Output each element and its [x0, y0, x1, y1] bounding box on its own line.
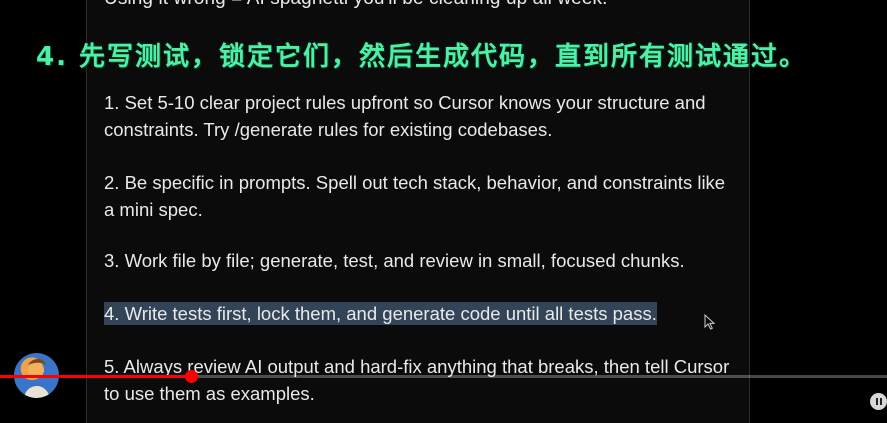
pause-bar-left — [876, 398, 878, 405]
post-partial-line: Using it wrong = AI spaghetti you'll be … — [104, 0, 608, 10]
video-subtitle: 4. 先写测试，锁定它们，然后生成代码，直到所有测试通过。 — [36, 42, 808, 72]
tip-3: 3. Work file by file; generate, test, an… — [104, 250, 685, 271]
pause-icon[interactable] — [870, 393, 887, 410]
video-frame: Using it wrong = AI spaghetti you'll be … — [0, 0, 887, 423]
mouse-cursor-icon — [704, 314, 716, 330]
tip-1: 1. Set 5-10 clear project rules upfront … — [104, 92, 706, 140]
video-progress-bar[interactable] — [0, 370, 887, 383]
tip-2: 2. Be specific in prompts. Spell out tec… — [104, 172, 726, 220]
pause-bar-right — [880, 398, 882, 405]
tip-4-highlighted: 4. Write tests first, lock them, and gen… — [104, 300, 734, 327]
text-selection-highlight: 4. Write tests first, lock them, and gen… — [104, 302, 657, 325]
progress-played — [0, 375, 191, 378]
tip-5: 5. Always review AI output and hard-fix … — [104, 356, 730, 404]
progress-scrubber-handle[interactable] — [184, 370, 198, 383]
